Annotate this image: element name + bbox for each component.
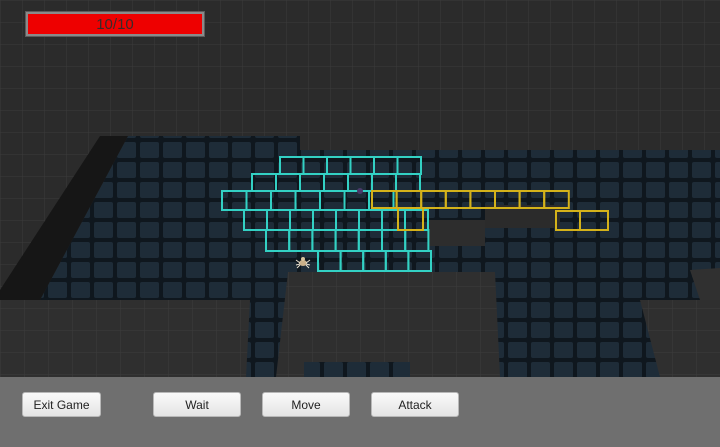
wall-block-left [0, 300, 250, 377]
action-panel: Exit Game Wait Move Attack [0, 377, 720, 447]
health-text: 10/10 [96, 15, 134, 33]
health-bar-fill: 10/10 [28, 14, 202, 34]
health-bar: 10/10 [25, 11, 205, 37]
attack-button[interactable]: Attack [371, 392, 459, 417]
wall-block-center [276, 272, 500, 377]
exit-game-button[interactable]: Exit Game [22, 392, 101, 417]
move-button[interactable]: Move [262, 392, 350, 417]
enemy-marker[interactable] [357, 188, 363, 194]
game-viewport: 10/10 Exit Game Wait Move Attack [0, 0, 720, 447]
wall-block-mid [428, 220, 485, 246]
wait-button[interactable]: Wait [153, 392, 241, 417]
game-scene[interactable] [0, 0, 720, 377]
